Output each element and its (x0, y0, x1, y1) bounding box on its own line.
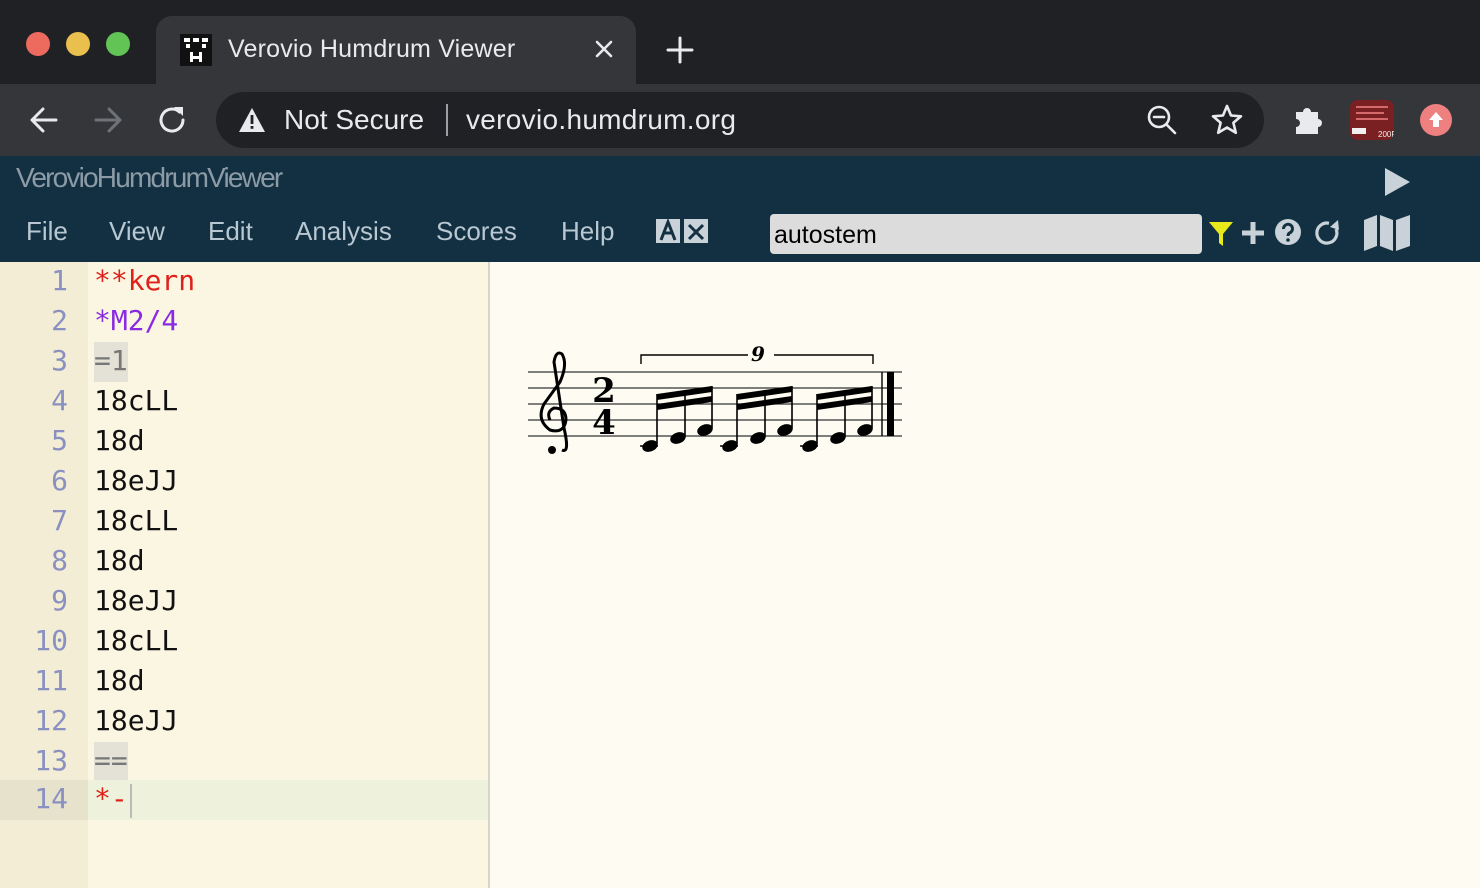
arrow-up-circle-icon[interactable] (1420, 104, 1452, 136)
menu-scores[interactable]: Scores (436, 216, 517, 247)
line-text[interactable]: *- (94, 780, 128, 820)
filter-input[interactable] (770, 214, 1202, 254)
tab-strip: Verovio Humdrum Viewer (0, 0, 1480, 84)
editor-line[interactable]: 8 18d (0, 542, 488, 582)
menu-file[interactable]: File (26, 216, 68, 247)
editor-line[interactable]: 9 18eJJ (0, 582, 488, 622)
line-text[interactable]: 18cLL (94, 622, 178, 662)
window-zoom-button[interactable] (106, 32, 130, 56)
editor-line[interactable]: 7 18cLL (0, 502, 488, 542)
line-text[interactable]: 18d (94, 542, 145, 582)
filter-icon[interactable] (1208, 220, 1234, 248)
zoom-out-icon[interactable] (1146, 104, 1178, 136)
line-number: 11 (34, 664, 68, 697)
tab-close-icon[interactable] (592, 37, 616, 61)
editor-line[interactable]: 4 18cLL (0, 382, 488, 422)
security-label[interactable]: Not Secure (284, 104, 424, 136)
plus-icon[interactable] (1240, 220, 1266, 246)
music-score[interactable]: 2 4 9 (520, 342, 920, 472)
line-text[interactable]: == (94, 742, 128, 782)
editor-line[interactable]: 2 *M2/4 (0, 302, 488, 342)
vhv-favicon-icon (180, 34, 212, 66)
browser-toolbar: Not Secure verovio.humdrum.org 200F (0, 84, 1480, 156)
new-tab-plus-icon[interactable] (664, 34, 696, 66)
line-number: 12 (34, 704, 68, 737)
line-number: 8 (51, 544, 68, 577)
line-text[interactable]: 18d (94, 662, 145, 702)
humdrum-editor[interactable]: 1 **kern 2 *M2/4 3 =1 4 18cLL 5 18d 6 18… (0, 262, 490, 888)
line-number: 14 (0, 780, 88, 820)
text-transform-icon[interactable] (656, 217, 710, 245)
editor-line-active[interactable]: 14 *- (0, 780, 488, 820)
line-number: 2 (51, 304, 68, 337)
editor-line[interactable]: 6 18eJJ (0, 462, 488, 502)
star-icon[interactable] (1210, 103, 1244, 137)
url-text[interactable]: verovio.humdrum.org (466, 104, 736, 136)
menu-analysis[interactable]: Analysis (295, 216, 392, 247)
extension-badge-text: 200F (1378, 130, 1394, 139)
menu-view[interactable]: View (109, 216, 165, 247)
tab-title: Verovio Humdrum Viewer (228, 35, 516, 63)
arrow-left-icon[interactable] (26, 102, 62, 138)
window-close-button[interactable] (26, 32, 50, 56)
help-icon[interactable] (1274, 218, 1302, 246)
window-minimize-button[interactable] (66, 32, 90, 56)
line-text[interactable]: 18eJJ (94, 462, 178, 502)
line-number: 3 (51, 344, 68, 377)
tuplet-number: 9 (751, 342, 765, 366)
line-text[interactable]: **kern (94, 262, 195, 302)
text-cursor (130, 784, 132, 818)
line-number: 4 (51, 384, 68, 417)
line-number: 7 (51, 504, 68, 537)
time-signature-bottom: 4 (592, 403, 616, 443)
editor-line[interactable]: 3 =1 (0, 342, 488, 382)
line-text[interactable]: *M2/4 (94, 302, 178, 342)
editor-line[interactable]: 13 == (0, 742, 488, 782)
line-text[interactable]: 18cLL (94, 382, 178, 422)
line-number: 10 (34, 624, 68, 657)
arrow-right-icon[interactable] (90, 102, 126, 138)
warning-triangle-icon[interactable] (238, 107, 266, 133)
circle-arrow-icon[interactable] (1312, 218, 1342, 248)
line-number: 9 (51, 584, 68, 617)
editor-line[interactable]: 5 18d (0, 422, 488, 462)
line-number: 13 (34, 744, 68, 777)
editor-line[interactable]: 11 18d (0, 662, 488, 702)
line-number: 6 (51, 464, 68, 497)
line-number: 1 (51, 264, 68, 297)
editor-line[interactable]: 12 18eJJ (0, 702, 488, 742)
line-number: 5 (51, 424, 68, 457)
line-text[interactable]: 18cLL (94, 502, 178, 542)
puzzle-icon[interactable] (1290, 102, 1326, 138)
reload-icon[interactable] (154, 102, 190, 138)
extension-badge[interactable]: 200F (1350, 100, 1394, 140)
play-icon[interactable] (1382, 166, 1412, 198)
line-text[interactable]: =1 (94, 342, 128, 382)
editor-line[interactable]: 1 **kern (0, 262, 488, 302)
editor-line[interactable]: 10 18cLL (0, 622, 488, 662)
app-title: VerovioHumdrumViewer (16, 162, 283, 193)
omnibox-divider (446, 104, 448, 136)
map-icon[interactable] (1362, 214, 1412, 252)
address-bar[interactable]: Not Secure verovio.humdrum.org (216, 92, 1264, 148)
notation-view[interactable]: 2 4 9 (490, 262, 1480, 888)
browser-tab[interactable]: Verovio Humdrum Viewer (156, 16, 636, 84)
app-header: VerovioHumdrumViewer File View Edit Anal… (0, 156, 1480, 262)
line-text[interactable]: 18eJJ (94, 582, 178, 622)
menu-edit[interactable]: Edit (208, 216, 253, 247)
line-text[interactable]: 18d (94, 422, 145, 462)
line-text[interactable]: 18eJJ (94, 702, 178, 742)
menu-help[interactable]: Help (561, 216, 614, 247)
